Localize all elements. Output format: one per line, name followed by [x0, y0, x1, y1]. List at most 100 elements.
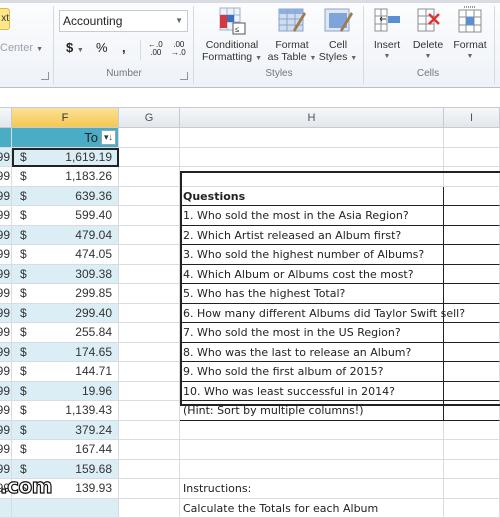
merge-and-center-button[interactable]: Center ▼ [0, 42, 43, 54]
cell-styles-button[interactable]: Cell Styles ▼ [318, 6, 358, 65]
cell-i[interactable] [444, 265, 500, 285]
cell-e[interactable]: 99 [0, 421, 12, 441]
wrap-text-button[interactable]: xt [0, 8, 10, 30]
conditional-formatting-button[interactable]: ≤ Conditional Formatting ▼ [198, 6, 266, 65]
cell-h[interactable]: 9. Who sold the first album of 2015? [180, 362, 444, 382]
total-cell[interactable]: $174.65 [12, 343, 119, 363]
cell-g[interactable] [119, 148, 180, 168]
cell-g[interactable] [119, 499, 180, 518]
cell-g[interactable] [119, 265, 180, 285]
cell-e[interactable]: 99 [0, 265, 12, 285]
column-header-i[interactable]: I [444, 108, 500, 128]
active-cell[interactable]: $1,619.19 [12, 148, 119, 168]
cell-i[interactable] [444, 323, 500, 343]
cell-g[interactable] [119, 421, 180, 441]
cell-e[interactable]: 99 [0, 343, 12, 363]
cell-g[interactable] [119, 440, 180, 460]
cell-e[interactable] [0, 499, 12, 518]
column-header-h[interactable]: H [180, 108, 444, 128]
column-header-e[interactable] [0, 108, 12, 128]
cell-i[interactable] [444, 440, 500, 460]
cell-i[interactable] [444, 421, 500, 441]
total-cell[interactable]: $379.24 [12, 421, 119, 441]
cell-h[interactable] [180, 421, 444, 441]
cell-e[interactable]: 99 [0, 167, 12, 187]
total-cell[interactable]: $1,183.26 [12, 167, 119, 187]
cell-g[interactable] [119, 304, 180, 324]
cell-g[interactable] [119, 460, 180, 480]
cell-h[interactable]: Instructions: [180, 479, 444, 499]
cell-h[interactable]: 6. How many different Albums did Taylor … [180, 304, 444, 324]
total-cell[interactable]: $309.38 [12, 265, 119, 285]
cell-i[interactable] [444, 148, 500, 168]
cell-i[interactable] [444, 128, 500, 148]
cell-i[interactable] [444, 343, 500, 363]
cell-e[interactable]: 99 [0, 440, 12, 460]
total-cell[interactable]: $299.85 [12, 284, 119, 304]
cell-e[interactable]: 99 [0, 148, 12, 168]
cell-e[interactable]: 99 [0, 226, 12, 246]
cell-h[interactable] [180, 148, 444, 168]
cell-e[interactable]: 99 [0, 206, 12, 226]
cell-g[interactable] [119, 343, 180, 363]
cell-e[interactable]: 99 [0, 284, 12, 304]
cell-i[interactable] [444, 460, 500, 480]
cell-i[interactable] [444, 245, 500, 265]
worksheet-grid[interactable]: F G H I To▾↓99$1,619.1999$1,183.2699$639… [0, 108, 500, 500]
column-header-g[interactable]: G [119, 108, 180, 128]
table-header-total[interactable]: To▾↓ [12, 128, 119, 148]
cell-g[interactable] [119, 362, 180, 382]
cell-g[interactable] [119, 167, 180, 187]
decrease-decimal-button[interactable]: .00→.0 [171, 41, 189, 57]
number-format-dropdown[interactable]: Accounting ▼ [59, 10, 188, 32]
total-cell[interactable]: $639.36 [12, 187, 119, 207]
cell-g[interactable] [119, 479, 180, 499]
cell-i[interactable] [444, 226, 500, 246]
cell-e[interactable]: 99 [0, 323, 12, 343]
insert-cells-button[interactable]: Insert ▼ [367, 6, 407, 63]
cell-g[interactable] [119, 284, 180, 304]
total-cell[interactable]: $167.44 [12, 440, 119, 460]
cell-h[interactable] [180, 440, 444, 460]
comma-style-button[interactable]: , [122, 40, 126, 55]
cell-i[interactable] [444, 187, 500, 207]
cell-h[interactable]: Calculate the Totals for each Album [180, 499, 444, 518]
format-as-table-button[interactable]: Format as Table ▼ [266, 6, 318, 65]
cell-e[interactable]: 99 [0, 245, 12, 265]
total-cell[interactable]: $19.96 [12, 382, 119, 402]
cell-i[interactable] [444, 206, 500, 226]
cell-e[interactable]: 99 [0, 187, 12, 207]
cell-h[interactable]: 10. Who was least successful in 2014? [180, 382, 444, 402]
cell-h[interactable]: 3. Who sold the highest number of Albums… [180, 245, 444, 265]
cell-h[interactable]: 8. Who was the last to release an Album? [180, 343, 444, 363]
total-cell[interactable]: $474.05 [12, 245, 119, 265]
format-cells-button[interactable]: Format ▼ [449, 6, 491, 63]
cell-g[interactable] [119, 245, 180, 265]
cell-h[interactable]: 2. Which Artist released an Album first? [180, 226, 444, 246]
cell-i[interactable] [444, 167, 500, 187]
cell-e[interactable]: 99 [0, 304, 12, 324]
alignment-dialog-launcher-icon[interactable] [41, 72, 49, 80]
cell-h[interactable]: 1. Who sold the most in the Asia Region? [180, 206, 444, 226]
cell-h[interactable]: 7. Who sold the most in the US Region? [180, 323, 444, 343]
cell-e[interactable] [0, 128, 12, 148]
cell-e[interactable]: 99 [0, 401, 12, 421]
cell-h[interactable] [180, 460, 444, 480]
cell-h[interactable]: Questions [180, 187, 444, 207]
cell-i[interactable] [444, 284, 500, 304]
sort-filter-dropdown-icon[interactable]: ▾↓ [101, 130, 116, 145]
cell-g[interactable] [119, 206, 180, 226]
number-dialog-launcher-icon[interactable] [180, 72, 188, 80]
cell-g[interactable] [119, 226, 180, 246]
cell-i[interactable] [444, 479, 500, 499]
cell-g[interactable] [119, 382, 180, 402]
accounting-format-button[interactable]: $ ▼ [66, 40, 84, 55]
increase-decimal-button[interactable]: ←.0 .00 [148, 41, 166, 57]
column-header-f[interactable]: F [12, 108, 119, 128]
total-cell[interactable]: $144.71 [12, 362, 119, 382]
total-cell[interactable]: $299.40 [12, 304, 119, 324]
cell-i[interactable] [444, 499, 500, 518]
cell-i[interactable] [444, 401, 500, 421]
cell-i[interactable] [444, 382, 500, 402]
cell-i[interactable] [444, 362, 500, 382]
